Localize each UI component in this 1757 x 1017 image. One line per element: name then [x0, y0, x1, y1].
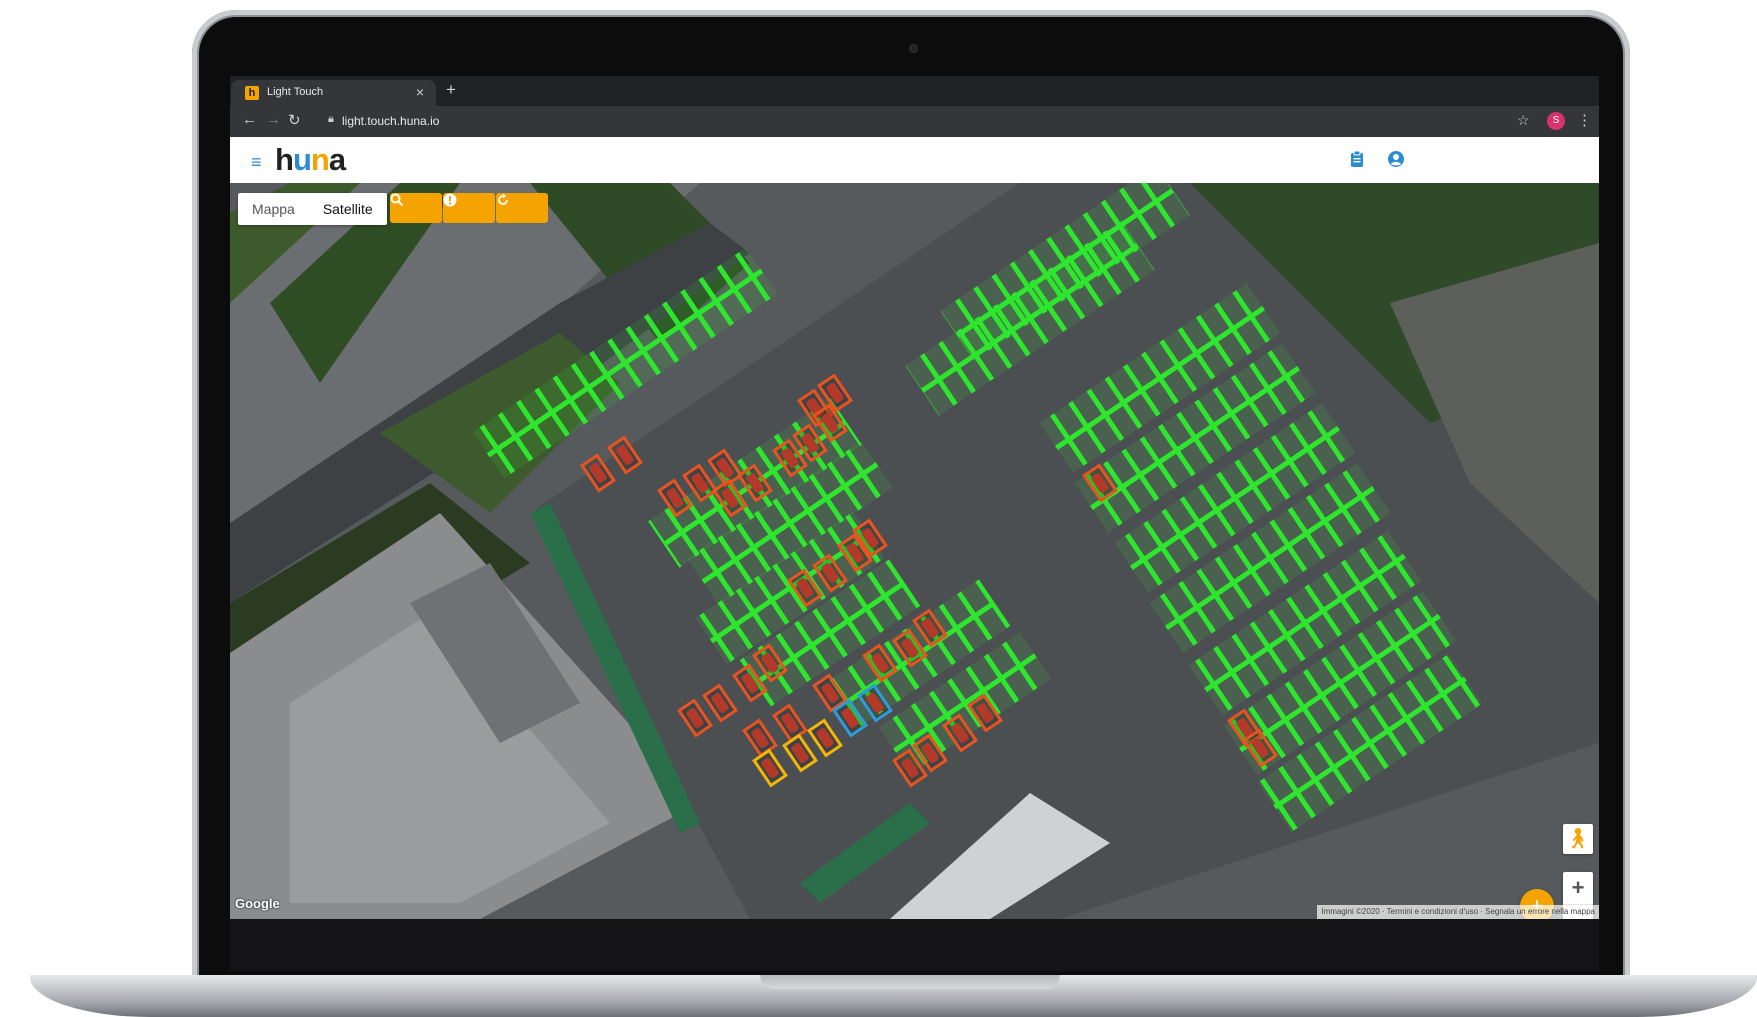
alert-icon: [443, 193, 457, 207]
alert-button[interactable]: [443, 193, 495, 223]
clipboard-icon[interactable]: [1350, 150, 1364, 173]
back-arrow-icon[interactable]: ←: [242, 111, 257, 128]
refresh-icon: [498, 193, 508, 205]
search-icon: [390, 193, 404, 207]
map-attribution[interactable]: Immagini ©2020 · Termini e condizioni d'…: [1317, 905, 1599, 919]
map-type-option[interactable]: Mappa: [238, 193, 309, 225]
map-type-option-selected[interactable]: Satellite: [309, 193, 387, 225]
url-text: light.touch.huna.io: [342, 114, 440, 128]
profile-avatar[interactable]: S: [1547, 112, 1565, 130]
refresh-button[interactable]: [496, 193, 548, 223]
new-tab-button[interactable]: +: [446, 80, 456, 100]
pegman-icon[interactable]: 🚶︎: [1563, 824, 1593, 854]
reload-icon[interactable]: ↻: [288, 111, 301, 129]
bookmark-star-icon[interactable]: ☆: [1517, 112, 1530, 129]
tab-close-icon[interactable]: ×: [416, 84, 424, 100]
screen-bottom-bezel: [230, 919, 1599, 971]
map-type-toggle: Mappa Satellite: [238, 193, 387, 225]
huna-logo: huna: [275, 142, 346, 177]
address-bar: ← → ↻ 🔒︎ light.touch.huna.io ☆ S ⋮: [230, 106, 1599, 137]
tab-title: Light Touch: [267, 86, 324, 98]
lock-icon: 🔒︎: [328, 113, 334, 125]
webcam: [909, 44, 918, 53]
browser-tab[interactable]: h Light Touch ×: [231, 80, 436, 106]
laptop-notch: [760, 975, 1060, 989]
account-icon[interactable]: [1387, 150, 1405, 173]
zoom-in-button[interactable]: +: [1563, 872, 1593, 904]
browser-menu-icon[interactable]: ⋮: [1577, 111, 1592, 129]
screen: h Light Touch × + ← → ↻ 🔒︎ light.touch.h…: [230, 76, 1599, 971]
satellite-imagery: [230, 183, 1599, 919]
search-button[interactable]: [390, 193, 442, 223]
app-header: ≡ huna: [230, 137, 1599, 183]
satellite-map[interactable]: Mappa Satellite 🚶︎ + + − Google Immagini…: [230, 183, 1599, 919]
url-field[interactable]: 🔒︎ light.touch.huna.io: [320, 110, 1440, 132]
google-logo: Google: [235, 896, 280, 911]
favicon-icon: h: [245, 86, 259, 100]
hamburger-menu-icon[interactable]: ≡: [251, 153, 262, 171]
browser-tab-bar: h Light Touch × +: [230, 76, 1599, 106]
forward-arrow-icon[interactable]: →: [266, 111, 281, 128]
